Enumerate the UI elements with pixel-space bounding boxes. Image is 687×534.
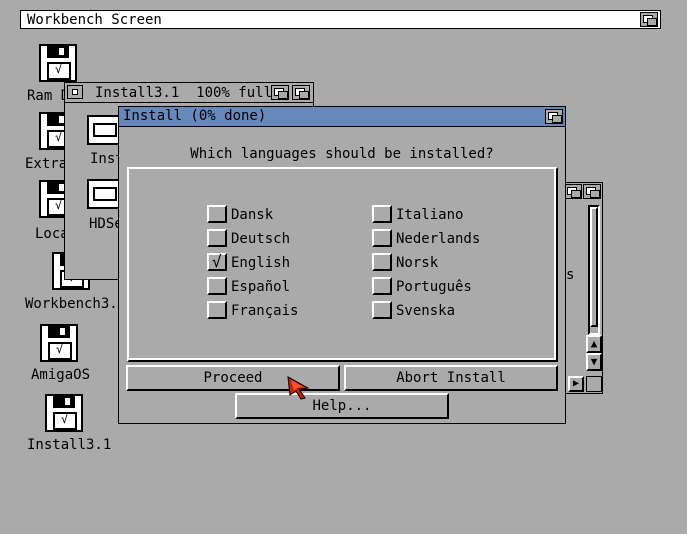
language-label: English: [231, 255, 291, 271]
language-label: Español: [231, 279, 291, 295]
checkbox[interactable]: [372, 301, 392, 319]
language-list-panel: [127, 167, 558, 362]
scroll-knob[interactable]: [590, 207, 598, 327]
desktop-icon-label: AmigaOS: [31, 367, 91, 383]
language-label: Français: [231, 303, 299, 319]
language-label: Português: [396, 279, 472, 295]
partial-text: s: [566, 267, 575, 283]
help-button[interactable]: Help...: [235, 393, 449, 419]
desktop-icon-label: Workbench3.1: [25, 296, 127, 312]
screen-title-bar[interactable]: Workbench Screen: [20, 10, 661, 29]
screen-depth-gadget[interactable]: [640, 12, 658, 27]
disk-icon: [43, 392, 87, 436]
resize-gadget[interactable]: [586, 376, 602, 392]
disk-icon: [38, 322, 82, 366]
depth-gadget[interactable]: [564, 184, 582, 199]
install-dialog[interactable]: Install (0% done) Which languages should…: [118, 106, 566, 424]
desktop-icon-label: Install3.1: [27, 437, 112, 453]
checkbox[interactable]: [207, 229, 227, 247]
language-label: Dansk: [231, 207, 274, 223]
language-label: Deutsch: [231, 231, 291, 247]
depth-gadget[interactable]: [583, 184, 601, 199]
abort-install-button[interactable]: Abort Install: [344, 365, 558, 391]
disk-window-title: Install3.1 100% full: [95, 85, 273, 101]
scroll-up-arrow[interactable]: ▲: [586, 335, 602, 353]
depth-gadget[interactable]: [545, 109, 563, 124]
checkbox[interactable]: [372, 205, 392, 223]
disk-window-title-bar[interactable]: Install3.1 100% full: [65, 83, 313, 103]
desktop-icon-label: Extra: [25, 156, 68, 172]
zoom-gadget[interactable]: [271, 85, 289, 100]
language-label: Norsk: [396, 255, 439, 271]
vertical-scrollbar[interactable]: [588, 205, 600, 335]
checkbox[interactable]: [207, 277, 227, 295]
language-label: Nederlands: [396, 231, 481, 247]
dialog-title: Install (0% done): [123, 108, 267, 124]
question-text: Which languages should be installed?: [190, 146, 494, 162]
dialog-title-bar[interactable]: Install (0% done): [119, 107, 565, 127]
checkbox[interactable]: [372, 253, 392, 271]
checkbox[interactable]: [207, 301, 227, 319]
checkbox[interactable]: [372, 277, 392, 295]
language-label: Italiano: [396, 207, 464, 223]
screen-title: Workbench Screen: [27, 12, 162, 28]
checkbox[interactable]: [207, 205, 227, 223]
depth-gadget[interactable]: [292, 85, 310, 100]
scroll-down-arrow[interactable]: ▼: [586, 353, 602, 371]
mouse-pointer-icon: [287, 376, 310, 400]
scroll-right-arrow[interactable]: ▶: [568, 376, 584, 392]
checkbox[interactable]: [372, 229, 392, 247]
desktop-icon-label: Ram D: [27, 88, 70, 104]
check-icon: √: [212, 252, 222, 271]
disk-icon: [37, 42, 81, 86]
close-gadget[interactable]: [67, 85, 83, 99]
checkbox-checked[interactable]: √: [207, 253, 227, 271]
language-label: Svenska: [396, 303, 456, 319]
